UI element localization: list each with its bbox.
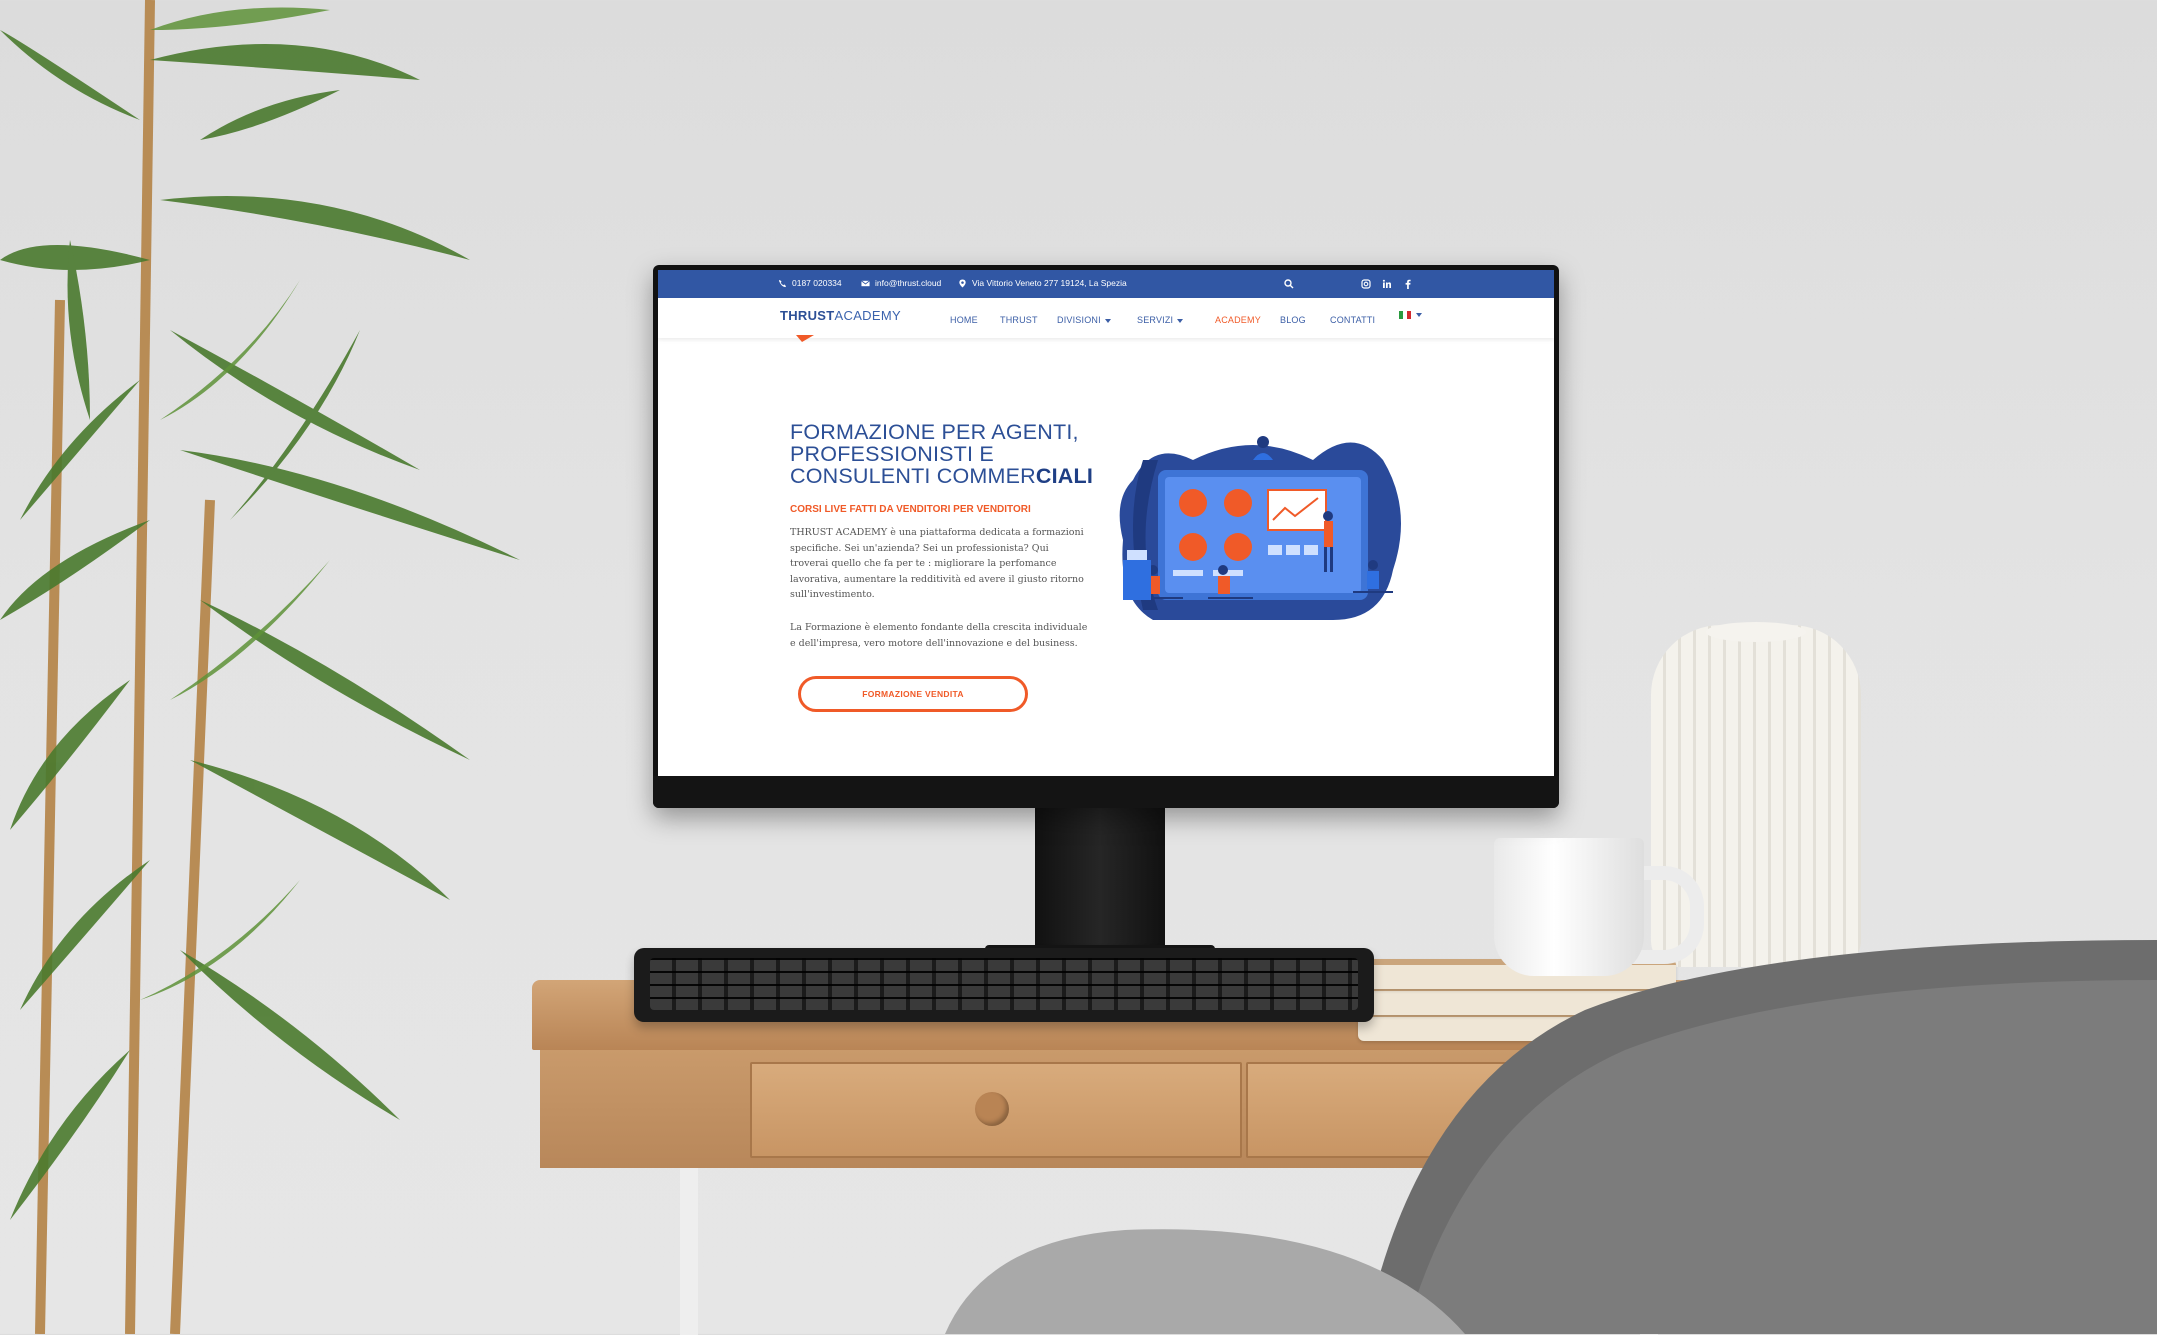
email-text: info@thrust.cloud [875,278,942,288]
hero-title: FORMAZIONE PER AGENTI, PROFESSIONISTI E … [790,421,1120,487]
logo-text-thrust: THRUST [780,308,835,323]
mail-icon [861,279,870,286]
nav-servizi[interactable]: SERVIZI [1137,315,1184,325]
monitor-stand [1035,790,1165,960]
office-chair [945,940,2157,1334]
main-navbar: THRUSTACADEMY HOME THRUST DIVISIONI SERV… [658,298,1554,342]
linkedin-icon[interactable] [1382,279,1392,289]
formazione-vendita-button[interactable]: FORMAZIONE VENDITA [798,676,1028,712]
phone-icon [778,279,787,287]
facebook-icon[interactable] [1403,279,1413,289]
site-logo[interactable]: THRUSTACADEMY [780,308,901,342]
email-contact[interactable]: info@thrust.cloud [861,278,941,288]
monitor-bezel-bottom [653,776,1559,808]
hero-title-part-bold: CIALI [1035,464,1094,488]
nav-academy[interactable]: ACADEMY [1215,315,1261,325]
hero-subtitle: CORSI LIVE FATTI DA VENDITORI PER VENDIT… [790,504,1031,515]
hero-title-part: CONSULENTI COMMER [790,464,1036,488]
nav-divisioni[interactable]: DIVISIONI [1057,315,1111,325]
logo-swoosh-icon [796,335,814,342]
nav-divisioni-label: DIVISIONI [1057,315,1101,325]
hero-title-line: CONSULENTI COMMERCIALI [790,465,1120,487]
desk-leg [680,1165,698,1335]
language-chevron-down-icon[interactable] [1416,313,1422,317]
website-screen: 0187 020334 info@thrust.cloud Via Vittor… [658,270,1554,776]
nav-home[interactable]: HOME [950,315,978,325]
address-contact[interactable]: Via Vittorio Veneto 277 19124, La Spezia [958,278,1127,288]
logo-text-academy: ACADEMY [834,308,901,323]
hero-illustration [1119,436,1401,620]
chevron-down-icon [1104,318,1111,323]
hero-paragraph: THRUST ACADEMY è una piattaforma dedicat… [790,527,1084,600]
hero-paragraph: La Formazione è elemento fondante della … [790,622,1088,649]
chevron-down-icon [1177,318,1184,323]
italian-flag-icon[interactable] [1399,311,1411,319]
phone-text: 0187 020334 [792,278,842,288]
instagram-icon[interactable] [1361,279,1371,289]
phone-contact[interactable]: 0187 020334 [778,278,842,288]
room-scene: 0187 020334 info@thrust.cloud Via Vittor… [0,0,2157,1335]
nav-thrust[interactable]: THRUST [1000,315,1038,325]
vase-neck [1706,622,1806,642]
nav-contatti[interactable]: CONTATTI [1330,315,1375,325]
search-icon[interactable] [1284,279,1294,289]
hero-title-line: FORMAZIONE PER AGENTI, [790,420,1079,444]
nav-blog[interactable]: BLOG [1280,315,1306,325]
nav-servizi-label: SERVIZI [1137,315,1174,325]
monitor: 0187 020334 info@thrust.cloud Via Vittor… [653,265,1559,808]
address-text: Via Vittorio Veneto 277 19124, La Spezia [972,278,1127,288]
hero-title-line: PROFESSIONISTI E [790,442,994,466]
location-icon [959,278,966,288]
top-info-bar: 0187 020334 info@thrust.cloud Via Vittor… [658,270,1554,298]
